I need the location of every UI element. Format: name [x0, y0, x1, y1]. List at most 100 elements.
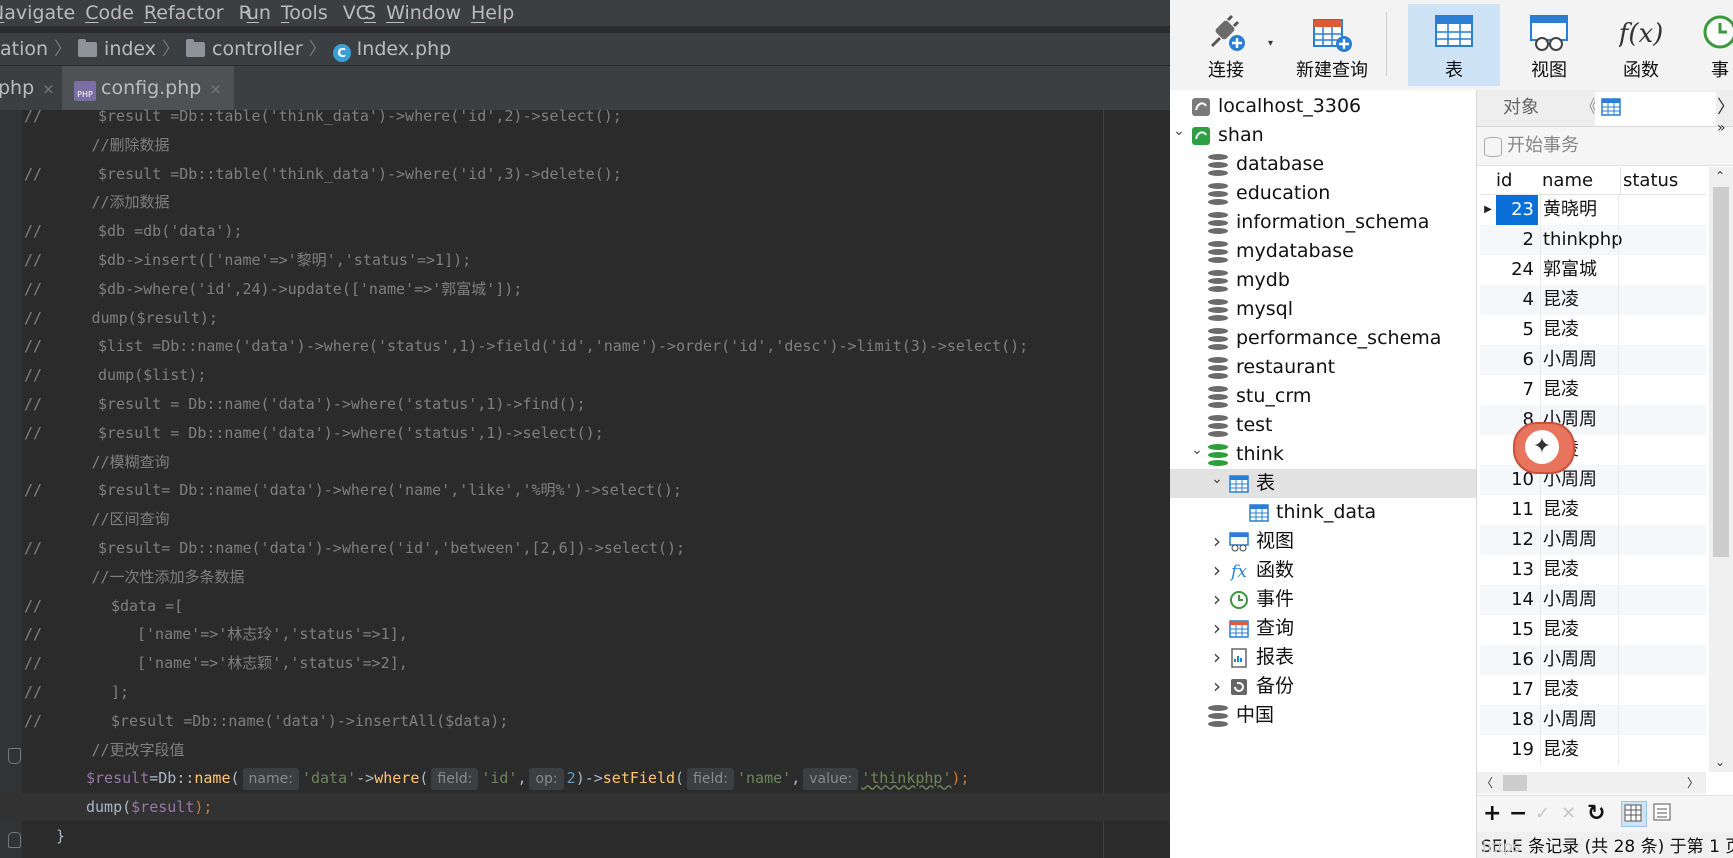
- tree-item-mydatabase[interactable]: mydatabase: [1170, 237, 1476, 266]
- cell-name[interactable]: 小周周: [1540, 585, 1621, 615]
- scroll-up-icon[interactable]: ⌃: [1715, 169, 1725, 183]
- cell-name[interactable]: 黄晓明: [1540, 195, 1621, 225]
- tree-item-performance_schema[interactable]: performance_schema: [1170, 324, 1476, 353]
- cell-id[interactable]: 12: [1496, 525, 1538, 555]
- tree-item-stu_crm[interactable]: stu_crm: [1170, 382, 1476, 411]
- cell-status[interactable]: [1618, 525, 1706, 555]
- cell-id[interactable]: 4: [1496, 285, 1538, 315]
- refresh-button[interactable]: ↻: [1587, 796, 1605, 832]
- cell-name[interactable]: 郭富城: [1540, 255, 1621, 285]
- cell-id[interactable]: 17: [1496, 675, 1538, 705]
- delete-record-button[interactable]: −: [1509, 796, 1527, 832]
- tree-item-restaurant[interactable]: restaurant: [1170, 353, 1476, 382]
- cell-name[interactable]: 昆凌: [1540, 285, 1621, 315]
- tree-item-备份[interactable]: › 备份: [1170, 672, 1476, 701]
- cell-status[interactable]: [1618, 435, 1706, 465]
- cell-status[interactable]: [1618, 585, 1706, 615]
- cell-id[interactable]: 13: [1496, 555, 1538, 585]
- more-chevron-icon[interactable]: »: [1717, 120, 1726, 136]
- cell-status[interactable]: [1618, 315, 1706, 345]
- cell-status[interactable]: [1618, 345, 1706, 375]
- cell-status[interactable]: [1618, 405, 1706, 435]
- chevron-right-icon[interactable]: ›: [1210, 560, 1224, 580]
- table-row[interactable]: 5 昆凌: [1480, 315, 1706, 345]
- cell-status[interactable]: [1618, 705, 1706, 735]
- chevron-down-icon[interactable]: ⌄: [1172, 124, 1186, 138]
- table-row[interactable]: 4 昆凌: [1480, 285, 1706, 315]
- breadcrumb-item-controller[interactable]: controller: [186, 33, 303, 65]
- breadcrumb-item-project[interactable]: ation: [0, 33, 48, 65]
- cell-id[interactable]: 7: [1496, 375, 1538, 405]
- tree-item-database[interactable]: database: [1170, 150, 1476, 179]
- cell-status[interactable]: [1618, 735, 1706, 765]
- form-view-toggle[interactable]: [1651, 801, 1675, 825]
- connect-button[interactable]: 连接: [1180, 4, 1272, 86]
- tree-item-mysql[interactable]: mysql: [1170, 295, 1476, 324]
- menu-item-navigate[interactable]: Navigate: [0, 2, 75, 24]
- begin-transaction-button[interactable]: 开始事务: [1477, 127, 1733, 166]
- cell-id[interactable]: 18: [1496, 705, 1538, 735]
- cell-name[interactable]: 小周周: [1540, 705, 1621, 735]
- fold-marker-icon[interactable]: [8, 748, 21, 764]
- cell-status[interactable]: [1618, 615, 1706, 645]
- cell-status[interactable]: [1618, 285, 1706, 315]
- discard-changes-button[interactable]: ✕: [1561, 796, 1576, 832]
- cell-name[interactable]: 昆凌: [1540, 555, 1621, 585]
- fold-marker-icon[interactable]: [8, 832, 21, 848]
- tree-item-localhost_3306[interactable]: localhost_3306: [1170, 92, 1476, 121]
- cell-id[interactable]: 6: [1496, 345, 1538, 375]
- chevron-right-icon[interactable]: ›: [1210, 647, 1224, 667]
- tree-item-think[interactable]: ⌄ think: [1170, 440, 1476, 469]
- cell-name[interactable]: 昆凌: [1540, 735, 1621, 765]
- cell-status[interactable]: [1618, 195, 1706, 225]
- table-row[interactable]: 11 昆凌: [1480, 495, 1706, 525]
- apply-changes-button[interactable]: ✓: [1535, 796, 1550, 832]
- chevron-right-icon[interactable]: ›: [1210, 618, 1224, 638]
- code-editor[interactable]: //$result =Db::table('think_data')->wher…: [0, 107, 1170, 858]
- menu-item-tools[interactable]: Tools: [281, 2, 328, 24]
- chevron-down-icon[interactable]: ⌄: [1190, 443, 1204, 457]
- scroll-thumb[interactable]: [1713, 187, 1729, 557]
- data-grid[interactable]: id name status ▶ 23 黄晓明 2 thinkphp 24 郭富城 4 昆凌 5 昆…: [1480, 167, 1706, 772]
- scroll-left-icon[interactable]: 〈: [1481, 772, 1493, 794]
- cell-name[interactable]: 昆凌: [1540, 675, 1621, 705]
- cell-status[interactable]: [1618, 465, 1706, 495]
- tree-item-函数[interactable]: › fx 函数: [1170, 556, 1476, 585]
- chevron-right-icon[interactable]: ›: [1210, 589, 1224, 609]
- event-button[interactable]: 事: [1690, 4, 1733, 86]
- cell-status[interactable]: [1618, 645, 1706, 675]
- chevron-right-icon[interactable]: ›: [1210, 676, 1224, 696]
- tree-item-think_data[interactable]: think_data: [1170, 498, 1476, 527]
- table-row[interactable]: 16 小周周: [1480, 645, 1706, 675]
- cell-name[interactable]: 昆凌: [1540, 315, 1621, 345]
- table-row[interactable]: 15 昆凌: [1480, 615, 1706, 645]
- scroll-thumb[interactable]: [1503, 775, 1527, 791]
- tree-item-查询[interactable]: › 查询: [1170, 614, 1476, 643]
- cell-status[interactable]: [1618, 675, 1706, 705]
- table-row[interactable]: 2 thinkphp: [1480, 225, 1706, 255]
- table-row[interactable]: 13 昆凌: [1480, 555, 1706, 585]
- floating-assistant-button[interactable]: ✦: [1513, 422, 1575, 474]
- cell-status[interactable]: [1618, 555, 1706, 585]
- cell-name[interactable]: 昆凌: [1540, 615, 1621, 645]
- cell-id[interactable]: 5: [1496, 315, 1538, 345]
- new-query-button[interactable]: 新建查询: [1273, 4, 1391, 86]
- function-button[interactable]: f(x) 函数: [1597, 4, 1685, 86]
- vertical-scrollbar[interactable]: ⌃ ⌄: [1709, 167, 1733, 772]
- cell-name[interactable]: thinkphp: [1540, 225, 1623, 255]
- cell-name[interactable]: 小周周: [1540, 525, 1621, 555]
- cell-id[interactable]: 19: [1496, 735, 1538, 765]
- tab-objects[interactable]: 对象: [1503, 90, 1539, 126]
- table-row[interactable]: 19 昆凌: [1480, 735, 1706, 765]
- menu-item-run[interactable]: Run: [239, 2, 271, 24]
- table-row[interactable]: ▶ 23 黄晓明: [1480, 195, 1706, 225]
- scroll-down-icon[interactable]: ⌄: [1715, 755, 1725, 769]
- column-header-id[interactable]: id: [1496, 167, 1512, 194]
- scroll-right-icon[interactable]: 〉: [1687, 772, 1699, 794]
- cell-id[interactable]: 11: [1496, 495, 1538, 525]
- cell-name[interactable]: 昆凌: [1540, 495, 1621, 525]
- cell-id[interactable]: 23: [1496, 195, 1538, 225]
- cell-name[interactable]: 小周周: [1540, 645, 1621, 675]
- cell-id[interactable]: 15: [1496, 615, 1538, 645]
- table-row[interactable]: 12 小周周: [1480, 525, 1706, 555]
